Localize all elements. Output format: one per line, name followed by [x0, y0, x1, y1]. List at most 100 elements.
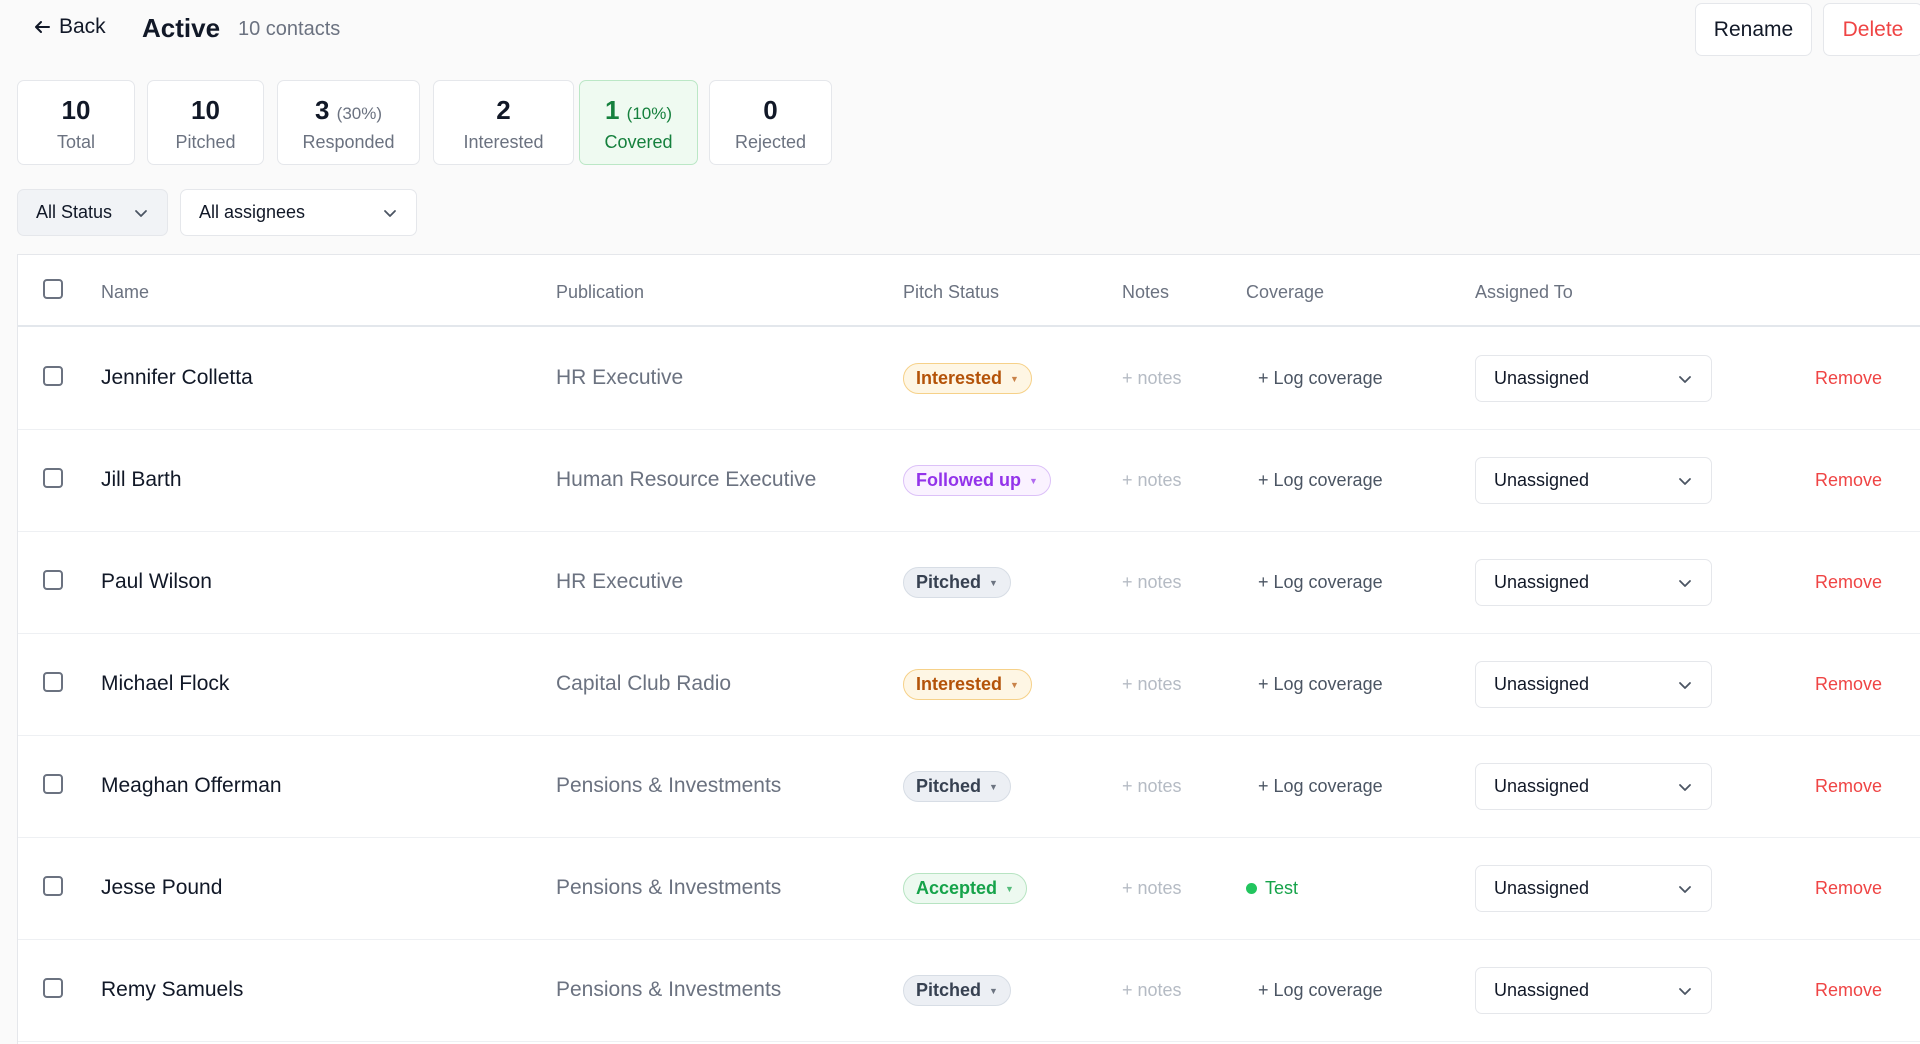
stat-value: 10 [61, 95, 91, 125]
add-notes-link[interactable]: + notes [1122, 878, 1182, 899]
column-header-publication: Publication [556, 282, 645, 302]
row-checkbox[interactable] [43, 876, 63, 896]
table-row: Jennifer Colletta HR Executive Intereste… [18, 328, 1920, 430]
publication-name: Human Resource Executive [556, 468, 817, 491]
pitch-status-pill[interactable]: Pitched ▼ [903, 975, 1011, 1006]
stat-label: Total [56, 132, 96, 152]
stat-value: 3 [314, 95, 330, 125]
chevron-down-icon [1679, 477, 1691, 485]
log-coverage-link[interactable]: + Log coverage [1258, 470, 1383, 491]
row-checkbox[interactable] [43, 672, 63, 692]
add-notes-link[interactable]: + notes [1122, 980, 1182, 1001]
column-header-name: Name [101, 282, 150, 302]
chevron-down-icon [1679, 579, 1691, 587]
add-notes-link[interactable]: + notes [1122, 572, 1182, 593]
log-coverage-link[interactable]: + Log coverage [1258, 674, 1383, 695]
pitch-status-label: Interested [916, 674, 1003, 694]
pitch-status-pill[interactable]: Pitched ▼ [903, 771, 1011, 802]
stat-card-rejected: 0 Rejected [709, 80, 832, 165]
assignee-select[interactable]: Unassigned [1475, 559, 1712, 606]
assignee-value: Unassigned [1494, 572, 1590, 592]
page-title: Active [142, 13, 221, 43]
page-header: Back Active 10 contacts Rename Delete [0, 0, 1920, 60]
pitch-status-pill[interactable]: Followed up ▼ [903, 465, 1051, 496]
chevron-down-icon [384, 209, 396, 217]
remove-button[interactable]: Remove [1815, 776, 1882, 797]
log-coverage-link[interactable]: + Log coverage [1258, 980, 1383, 1001]
caret-down-icon: ▼ [989, 577, 998, 588]
assignee-value: Unassigned [1494, 368, 1590, 388]
stat-label: Responded [302, 132, 395, 152]
row-checkbox[interactable] [43, 366, 63, 386]
coverage-link[interactable]: Test [1246, 878, 1298, 899]
assignee-select[interactable]: Unassigned [1475, 967, 1712, 1014]
log-coverage-link[interactable]: + Log coverage [1258, 572, 1383, 593]
remove-button[interactable]: Remove [1815, 470, 1882, 491]
stat-value: 10 [191, 95, 220, 125]
stat-label: Pitched [175, 132, 236, 152]
status-filter-select[interactable]: All Status [17, 189, 168, 236]
row-checkbox[interactable] [43, 570, 63, 590]
row-checkbox[interactable] [43, 978, 63, 998]
select-all-checkbox[interactable] [43, 279, 63, 299]
caret-down-icon: ▼ [989, 781, 998, 792]
arrow-left-icon [35, 21, 50, 33]
row-checkbox[interactable] [43, 468, 63, 488]
contact-name[interactable]: Remy Samuels [101, 978, 243, 1002]
add-notes-link[interactable]: + notes [1122, 776, 1182, 797]
pitch-status-pill[interactable]: Pitched ▼ [903, 567, 1011, 598]
chevron-down-icon [1679, 375, 1691, 383]
row-checkbox[interactable] [43, 774, 63, 794]
assignee-select[interactable]: Unassigned [1475, 865, 1712, 912]
pitch-status-pill[interactable]: Interested ▼ [903, 363, 1032, 394]
column-header-assigned-to: Assigned To [1475, 282, 1573, 302]
remove-button[interactable]: Remove [1815, 368, 1882, 389]
add-notes-link[interactable]: + notes [1122, 674, 1182, 695]
table-row: Jill Barth Human Resource Executive Foll… [18, 430, 1920, 532]
back-button[interactable]: Back [33, 15, 106, 39]
assignee-value: Unassigned [1494, 470, 1590, 490]
assignee-select[interactable]: Unassigned [1475, 355, 1712, 402]
remove-button[interactable]: Remove [1815, 674, 1882, 695]
remove-button[interactable]: Remove [1815, 980, 1882, 1001]
status-filter-value: All Status [36, 202, 113, 222]
contact-name[interactable]: Meaghan Offerman [101, 774, 282, 798]
remove-button[interactable]: Remove [1815, 572, 1882, 593]
pitch-status-pill[interactable]: Interested ▼ [903, 669, 1032, 700]
coverage-label: Test [1265, 878, 1299, 898]
back-label: Back [59, 15, 106, 38]
remove-button[interactable]: Remove [1815, 878, 1882, 899]
assignee-select[interactable]: Unassigned [1475, 661, 1712, 708]
add-notes-link[interactable]: + notes [1122, 470, 1182, 491]
contact-name[interactable]: Paul Wilson [101, 570, 212, 594]
contact-name[interactable]: Jennifer Colletta [101, 366, 253, 390]
delete-button[interactable]: Delete [1823, 3, 1920, 56]
contact-name[interactable]: Michael Flock [101, 672, 229, 696]
log-coverage-link[interactable]: + Log coverage [1258, 368, 1383, 389]
stat-card-covered: 1 (10%) Covered [579, 80, 698, 165]
stat-card-interested: 2 Interested [433, 80, 574, 165]
rename-button[interactable]: Rename [1695, 3, 1812, 56]
caret-down-icon: ▼ [1029, 475, 1038, 486]
assignee-filter-select[interactable]: All assignees [180, 189, 417, 236]
publication-name: HR Executive [556, 570, 684, 593]
caret-down-icon: ▼ [989, 985, 998, 996]
add-notes-link[interactable]: + notes [1122, 368, 1182, 389]
contact-name[interactable]: Jill Barth [101, 468, 182, 492]
assignee-select[interactable]: Unassigned [1475, 457, 1712, 504]
pitch-status-pill[interactable]: Accepted ▼ [903, 873, 1027, 904]
stat-value: 0 [763, 95, 778, 125]
chevron-down-icon [1679, 987, 1691, 995]
stat-value: 2 [496, 95, 511, 125]
contact-name[interactable]: Jesse Pound [101, 876, 222, 900]
stat-label: Rejected [734, 132, 807, 152]
caret-down-icon: ▼ [1005, 883, 1014, 894]
publication-name: Pensions & Investments [556, 774, 782, 797]
table-row: Remy Samuels Pensions & Investments Pitc… [18, 940, 1920, 1042]
stat-percent: (10%) [626, 104, 673, 123]
publication-name: Pensions & Investments [556, 978, 782, 1001]
log-coverage-link[interactable]: + Log coverage [1258, 776, 1383, 797]
column-header-coverage: Coverage [1246, 282, 1325, 302]
chevron-down-icon [1679, 885, 1691, 893]
assignee-select[interactable]: Unassigned [1475, 763, 1712, 810]
